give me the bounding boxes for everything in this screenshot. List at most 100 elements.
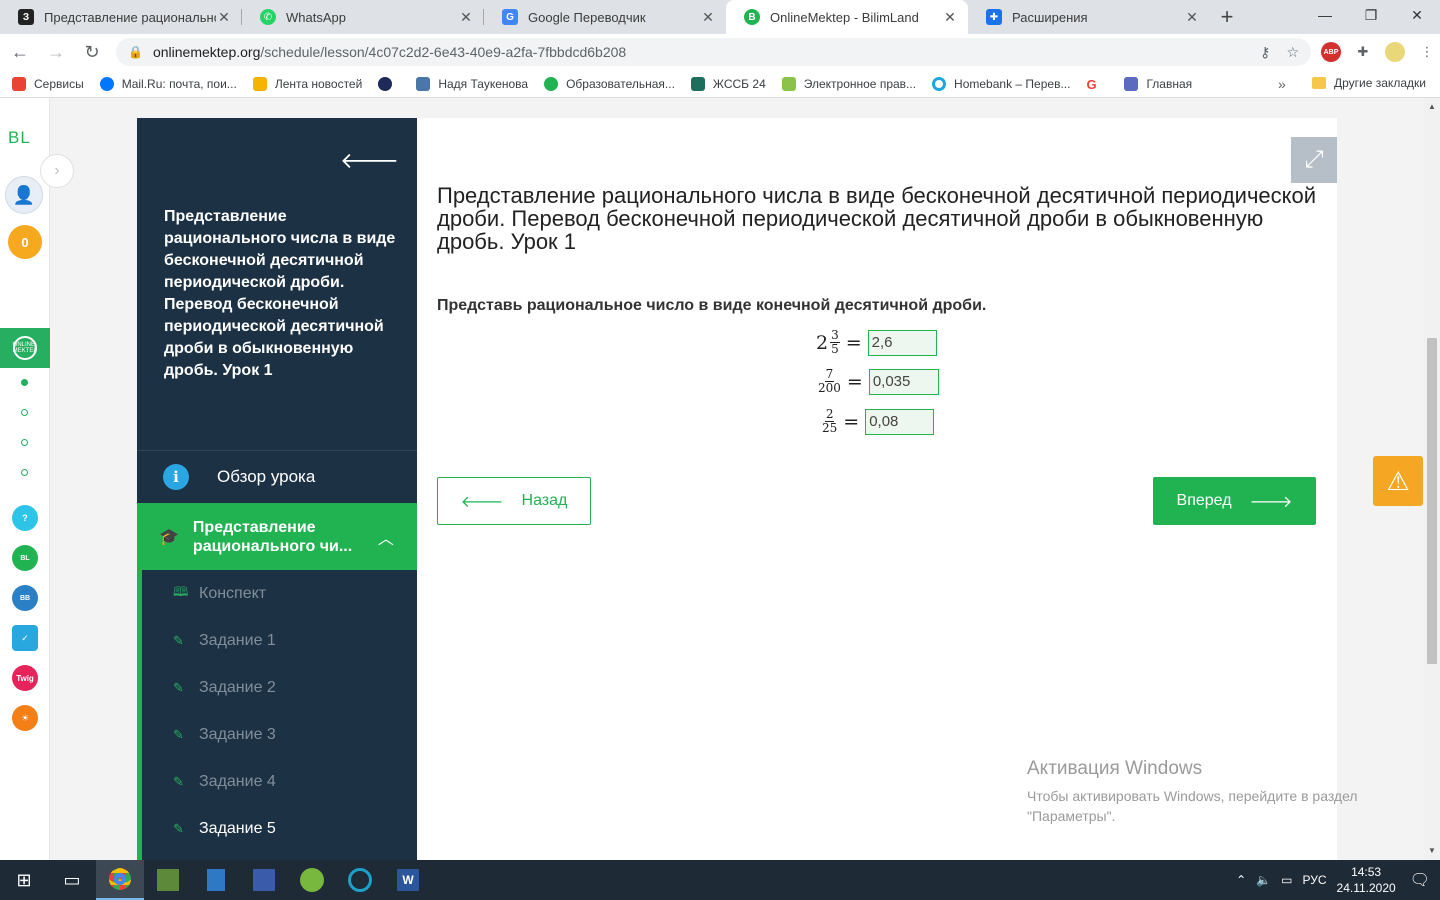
reload-icon[interactable]: ↻ [76, 36, 108, 68]
headset-app-icon[interactable] [336, 860, 384, 900]
sidebar-group-title: Представление рационального чи... [192, 518, 353, 555]
close-window-icon[interactable]: ✕ [1394, 0, 1440, 30]
chevron-up-icon[interactable]: ︿ [378, 525, 394, 549]
save-app-icon[interactable] [240, 860, 288, 900]
tab-predstavlenie[interactable]: З Представление рациональног ✕ [0, 0, 242, 34]
notifications-icon[interactable]: 🗨 [1410, 870, 1430, 890]
bookmark-news[interactable]: Лента новостей [252, 76, 362, 91]
minimize-icon[interactable]: — [1302, 0, 1348, 30]
windows-start-icon[interactable]: ⊞ [0, 860, 48, 900]
back-arrow-icon[interactable]: ← [4, 36, 36, 68]
user-avatar[interactable]: 👤 [5, 176, 43, 214]
scroll-down-icon[interactable]: ▼ [1428, 846, 1436, 855]
sidebar-group-lesson[interactable]: 🎓 Представление рационального чи... ︿ [137, 503, 417, 570]
sidebar-item-overview[interactable]: i Обзор урока [137, 451, 417, 503]
menu-icon[interactable]: ⋮ [1415, 40, 1439, 64]
document-icon: З [18, 9, 34, 25]
tab-label: Расширения [1012, 9, 1088, 25]
sidebar-item-task-3[interactable]: ✎ Задание 3 [142, 711, 417, 758]
key-icon[interactable]: ⚷ [1260, 44, 1270, 61]
answer-input[interactable]: 2,6 [867, 329, 937, 356]
extensions-icon[interactable]: ✚ [1351, 40, 1375, 64]
score-badge[interactable]: 0 [8, 225, 42, 259]
close-icon[interactable]: ✕ [700, 9, 716, 26]
twig-icon[interactable]: Twig [12, 665, 38, 691]
profile-avatar-icon[interactable] [1383, 40, 1407, 64]
new-tab-button[interactable]: + [1210, 0, 1244, 34]
rail-dot[interactable] [21, 409, 28, 416]
expand-rail-chevron-icon[interactable]: › [40, 154, 74, 188]
back-button-label: Назад [521, 492, 568, 509]
rail-dot[interactable] [21, 439, 28, 446]
imektep-icon[interactable]: ☀ [12, 705, 38, 731]
bilimland-icon: B [744, 9, 760, 25]
close-icon[interactable]: ✕ [1184, 9, 1200, 26]
answer-input[interactable]: 0,08 [865, 408, 935, 435]
translate-icon: G [502, 9, 518, 25]
help-icon[interactable]: ? [12, 505, 38, 531]
bookmark-home[interactable]: Главная [1124, 76, 1192, 91]
system-tray: ⌃ 🔈 ▭ РУС 14:53 24.11.2020 🗨 [1236, 860, 1440, 900]
bilimbook-icon[interactable]: BB [12, 585, 38, 611]
task-view-icon[interactable]: ▭ [48, 860, 96, 900]
language-indicator[interactable]: РУС [1302, 873, 1326, 887]
bilimland-icon [544, 76, 559, 91]
test-app-icon[interactable]: ✓ [12, 625, 38, 651]
close-icon[interactable]: ✕ [458, 9, 474, 26]
chrome-icon[interactable] [96, 860, 144, 900]
bookmarks-more-icon[interactable]: » [1278, 76, 1286, 92]
scroll-up-icon[interactable]: ▲ [1428, 102, 1436, 111]
sidebar-item-task-5[interactable]: ✎ Задание 5 [142, 805, 417, 852]
bookmark-egov[interactable]: Электронное прав... [781, 76, 916, 91]
calculator-icon[interactable] [192, 860, 240, 900]
fraction: 2 25 [822, 408, 837, 435]
utorrent-icon[interactable] [288, 860, 336, 900]
rail-dot[interactable] [21, 379, 28, 386]
word-icon[interactable]: W [384, 860, 432, 900]
back-arrow-icon[interactable]: 🡐 [340, 148, 399, 174]
fullscreen-icon[interactable]: ⤢ [1291, 137, 1337, 183]
star-icon[interactable]: ☆ [1286, 44, 1299, 61]
next-button[interactable]: Вперед 🡒 [1153, 477, 1316, 525]
sidebar-item-task-2[interactable]: ✎ Задание 2 [142, 664, 417, 711]
back-button[interactable]: 🡐 Назад [437, 477, 591, 525]
minecraft-icon[interactable] [144, 860, 192, 900]
warning-icon[interactable]: ⚠ [1373, 456, 1423, 506]
bookmark-dark-icon[interactable] [378, 76, 400, 91]
close-icon[interactable]: ✕ [942, 9, 958, 26]
rail-item-onlinemektep[interactable]: ONLINE MEKTEP [0, 328, 50, 368]
bookmark-servisy[interactable]: Сервисы [12, 76, 84, 91]
adblock-icon[interactable]: ABP [1319, 40, 1343, 64]
network-icon[interactable]: ▭ [1281, 873, 1292, 887]
denominator: 5 [831, 342, 839, 356]
clock[interactable]: 14:53 24.11.2020 [1337, 864, 1396, 896]
page-scrollbar[interactable]: ▲ ▼ [1424, 98, 1440, 860]
bookmark-zhssb[interactable]: ЖССБ 24 [690, 76, 766, 91]
close-icon[interactable]: ✕ [216, 9, 232, 26]
other-bookmarks[interactable]: Другие закладки [1312, 76, 1426, 90]
bookmark-homebank[interactable]: Homebank – Перев... [932, 76, 1070, 91]
bilimland-app-icon[interactable]: BL [12, 545, 38, 571]
tab-onlinemektep[interactable]: B OnlineMektep - BilimLand ✕ [726, 0, 968, 34]
tab-google-translate[interactable]: G Google Переводчик ✕ [484, 0, 726, 34]
tab-whatsapp[interactable]: ✆ WhatsApp ✕ [242, 0, 484, 34]
bilimland-logo[interactable]: BL [8, 128, 31, 148]
bookmark-vk[interactable]: Надя Таукенова [416, 76, 528, 91]
sidebar-item-konspekt[interactable]: 🕮 Конспект [142, 570, 417, 617]
forward-arrow-icon[interactable]: → [40, 36, 72, 68]
sidebar-item-task-1[interactable]: ✎ Задание 1 [142, 617, 417, 664]
scrollbar-thumb[interactable] [1427, 338, 1437, 664]
volume-icon[interactable]: 🔈 [1256, 873, 1271, 887]
bookmarks-bar: Сервисы Mail.Ru: почта, пои... Лента нов… [0, 70, 1440, 98]
tab-extensions[interactable]: ✚ Расширения ✕ [968, 0, 1210, 34]
rail-dot[interactable] [21, 469, 28, 476]
answer-input[interactable]: 0,035 [868, 368, 939, 395]
bookmark-google[interactable]: G [1086, 77, 1108, 92]
bookmark-mailru[interactable]: Mail.Ru: почта, пои... [99, 76, 237, 91]
bookmark-education[interactable]: Образовательная... [544, 76, 675, 91]
sidebar-item-task-4[interactable]: ✎ Задание 4 [142, 758, 417, 805]
numerator: 3 [830, 328, 840, 343]
restore-icon[interactable]: ❐ [1348, 0, 1394, 30]
chevron-up-icon[interactable]: ⌃ [1236, 873, 1246, 887]
address-bar[interactable]: 🔒 onlinemektep.org/schedule/lesson/4c07c… [116, 38, 1311, 66]
